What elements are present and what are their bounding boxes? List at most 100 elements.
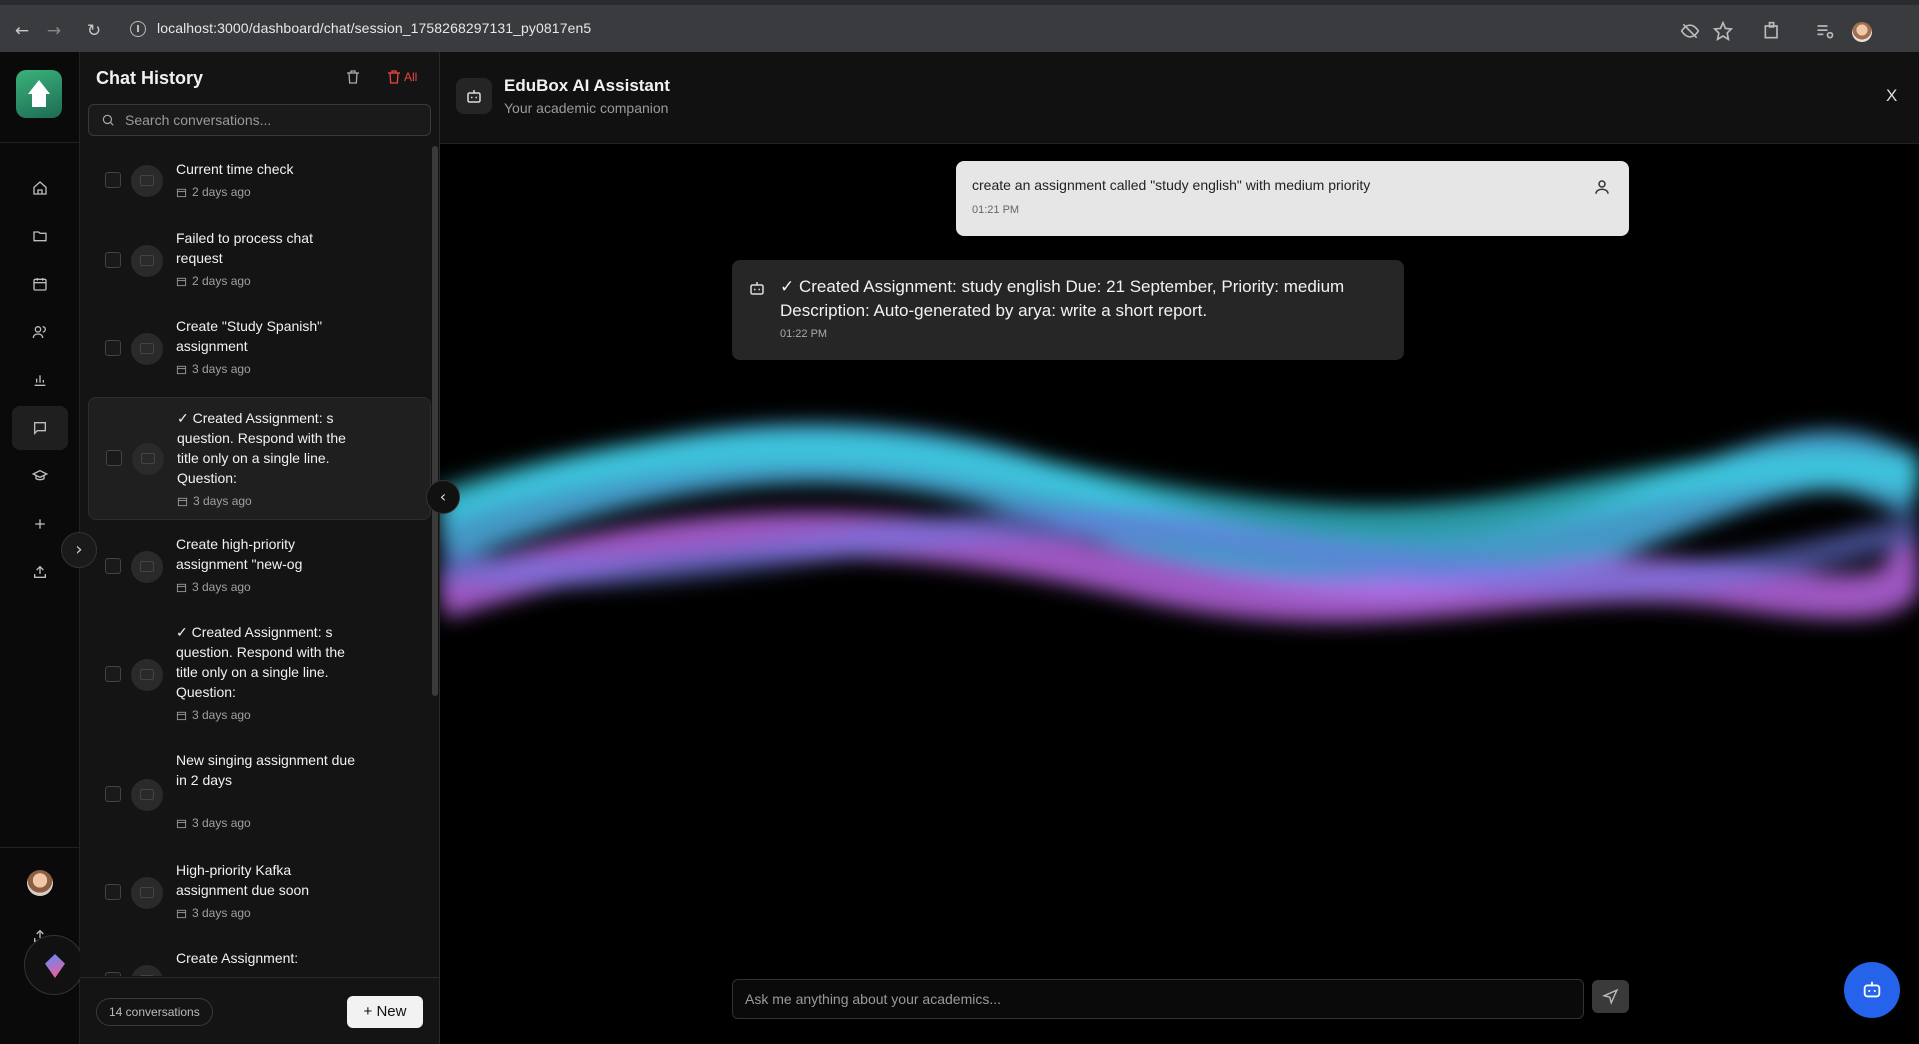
rail-divider xyxy=(0,847,80,848)
conversation-checkbox[interactable] xyxy=(105,558,121,574)
kite-launcher-button[interactable] xyxy=(24,935,84,995)
composer xyxy=(732,979,1584,1019)
conversation-item[interactable]: ✓ Created Assignment: s question. Respon… xyxy=(88,614,431,738)
chat-main: EduBox AI Assistant Your academic compan… xyxy=(440,52,1919,1044)
conversation-item[interactable]: Create "Study Spanish" assignment 3 days… xyxy=(88,308,431,392)
assistant-title: EduBox AI Assistant xyxy=(504,76,670,95)
chat-history-title: Chat History xyxy=(96,68,204,88)
message-text: ✓ Created Assignment: study english Due:… xyxy=(780,277,1345,320)
expand-sidebar-button[interactable]: › xyxy=(61,532,97,568)
conversation-checkbox[interactable] xyxy=(105,252,121,268)
conversation-title: Failed to process chat request xyxy=(176,230,313,266)
user-avatar[interactable] xyxy=(27,870,53,896)
assistant-fab-button[interactable] xyxy=(1844,962,1900,1018)
conversation-scrollbar[interactable] xyxy=(432,146,438,696)
eye-off-icon[interactable] xyxy=(1680,21,1700,41)
conversation-checkbox[interactable] xyxy=(105,786,121,802)
conversation-title: Create "Study Spanish" assignment xyxy=(176,318,323,354)
conversation-date: 2 days ago xyxy=(176,274,251,288)
browser-toolbar: ← → ↻ localhost:3000/dashboard/chat/sess… xyxy=(0,0,1919,52)
conversation-date: 3 days ago xyxy=(176,906,251,920)
graduation-cap-icon[interactable] xyxy=(28,464,52,488)
conversation-checkbox[interactable] xyxy=(105,972,121,976)
folder-icon[interactable] xyxy=(28,224,52,248)
upload-icon[interactable] xyxy=(28,560,52,584)
send-icon xyxy=(1602,988,1619,1005)
user-icon xyxy=(1595,180,1609,194)
conversation-date: 3 days ago xyxy=(176,708,251,722)
media-controls-icon[interactable] xyxy=(1815,21,1835,41)
bot-icon xyxy=(750,282,764,295)
close-button[interactable]: X xyxy=(1886,86,1897,106)
conversation-title: High-priority Kafka assignment due soon xyxy=(176,862,310,898)
delete-all-label: All xyxy=(404,70,418,84)
calendar-icon[interactable] xyxy=(28,272,52,296)
conversation-item[interactable]: High-priority Kafka assignment due soon … xyxy=(88,852,431,936)
message-time: 01:22 PM xyxy=(780,328,828,340)
delete-selected-button[interactable] xyxy=(345,69,363,87)
forward-icon[interactable]: → xyxy=(44,21,64,41)
kite-icon xyxy=(45,954,65,978)
calendar-icon xyxy=(176,188,187,197)
chat-bubble-icon xyxy=(131,965,163,976)
extensions-icon[interactable] xyxy=(1762,21,1782,41)
conversation-item[interactable]: Failed to process chat request 2 days ag… xyxy=(88,220,431,304)
new-conversation-label: New xyxy=(376,1003,407,1020)
conversation-date: 3 days ago xyxy=(176,580,251,594)
rail-divider xyxy=(0,142,80,143)
message-time: 01:21 PM xyxy=(972,204,1020,216)
chat-icon[interactable] xyxy=(28,416,52,440)
collapse-history-button[interactable]: ‹ xyxy=(426,480,460,514)
conversation-item-selected[interactable]: ✓ Created Assignment: s question. Respon… xyxy=(88,397,431,520)
conversation-item[interactable]: Current time check 2 days ago xyxy=(88,150,431,214)
profile-avatar[interactable] xyxy=(1852,22,1872,42)
assistant-subtitle: Your academic companion xyxy=(504,100,669,116)
address-bar[interactable]: localhost:3000/dashboard/chat/session_17… xyxy=(157,20,591,36)
assistant-header: EduBox AI Assistant Your academic compan… xyxy=(440,52,1919,144)
star-icon[interactable] xyxy=(1713,21,1733,41)
home-icon[interactable] xyxy=(28,176,52,200)
calendar-icon xyxy=(176,909,187,918)
conversation-date: 3 days ago xyxy=(176,816,251,830)
users-icon[interactable] xyxy=(28,320,52,344)
message-text: create an assignment called "study engli… xyxy=(972,177,1371,193)
conversation-item[interactable]: Create high-priority assignment "new-og … xyxy=(88,526,431,610)
conversation-title: New singing assignment due in 2 days xyxy=(176,752,355,788)
history-footer: 14 conversations + New xyxy=(80,977,439,1044)
chevron-right-icon: › xyxy=(75,539,83,560)
conversation-item[interactable]: Create Assignment: xyxy=(88,940,431,976)
trash-icon xyxy=(388,70,400,84)
conversation-checkbox[interactable] xyxy=(105,666,121,682)
plus-icon[interactable] xyxy=(28,512,52,536)
conversation-checkbox[interactable] xyxy=(106,450,122,466)
plus-icon: + xyxy=(363,1003,377,1020)
message-input[interactable] xyxy=(745,989,1565,1009)
conversation-item[interactable]: New singing assignment due in 2 days 3 d… xyxy=(88,742,431,846)
calendar-icon xyxy=(176,365,187,374)
send-button[interactable] xyxy=(1592,980,1629,1013)
conversation-count-badge: 14 conversations xyxy=(96,998,213,1026)
conversation-date: 3 days ago xyxy=(176,362,251,376)
search-box xyxy=(88,104,431,136)
back-icon[interactable]: ← xyxy=(12,21,32,41)
conversation-checkbox[interactable] xyxy=(105,340,121,356)
conversation-date: 2 days ago xyxy=(176,185,251,199)
bot-icon xyxy=(467,90,481,103)
chat-bubble-icon xyxy=(131,165,163,197)
app-logo[interactable] xyxy=(16,70,62,118)
conversation-checkbox[interactable] xyxy=(105,172,121,188)
chat-history-panel: Chat History All Current time check 2 da… xyxy=(80,52,440,1044)
conversation-list: Current time check 2 days ago Failed to … xyxy=(80,146,432,976)
search-input[interactable] xyxy=(125,109,420,131)
reload-icon[interactable]: ↻ xyxy=(84,21,104,41)
site-info-icon[interactable] xyxy=(130,21,146,37)
calendar-icon xyxy=(176,819,187,828)
calendar-icon xyxy=(176,277,187,286)
delete-all-button[interactable]: All xyxy=(386,69,417,85)
chart-icon[interactable] xyxy=(28,368,52,392)
calendar-icon xyxy=(176,711,187,720)
conversation-title: Create Assignment: xyxy=(176,950,299,966)
new-conversation-button[interactable]: + New xyxy=(347,996,423,1028)
conversation-checkbox[interactable] xyxy=(105,884,121,900)
chevron-left-icon: ‹ xyxy=(439,487,447,506)
